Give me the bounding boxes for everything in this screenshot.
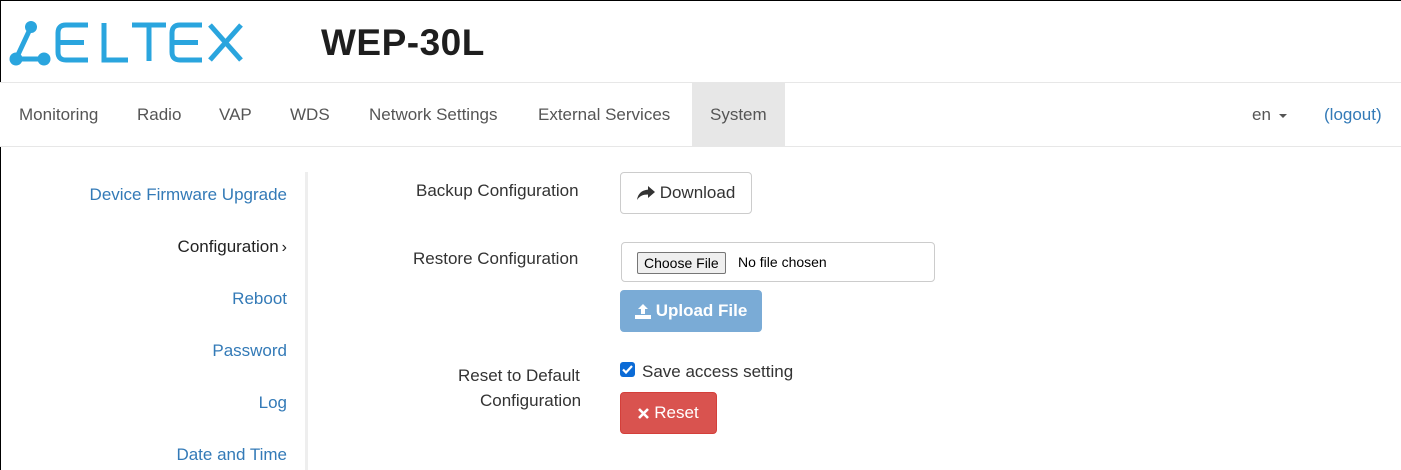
sidebar-item-date-time[interactable]: Date and Time bbox=[176, 445, 287, 465]
nav-network-settings[interactable]: Network Settings bbox=[369, 83, 498, 146]
no-file-text: No file chosen bbox=[738, 254, 827, 270]
nav-external-services[interactable]: External Services bbox=[538, 83, 670, 146]
nav-monitoring[interactable]: Monitoring bbox=[19, 83, 98, 146]
share-arrow-icon bbox=[636, 186, 655, 200]
sidebar-item-firmware-upgrade[interactable]: Device Firmware Upgrade bbox=[90, 185, 287, 205]
reset-default-label-line2: Configuration bbox=[480, 391, 582, 410]
backup-config-label: Backup Configuration bbox=[416, 181, 579, 200]
caret-down-icon bbox=[1278, 113, 1287, 118]
upload-file-button[interactable]: Upload File bbox=[620, 290, 762, 332]
save-access-checkbox[interactable] bbox=[620, 362, 635, 377]
chevron-right-icon: › bbox=[281, 239, 287, 256]
restore-config-label: Restore Configuration bbox=[413, 249, 579, 268]
sidebar-item-configuration[interactable]: Configuration › bbox=[178, 237, 287, 257]
nav-system[interactable]: System bbox=[692, 83, 785, 146]
nav-vap[interactable]: VAP bbox=[219, 83, 252, 146]
download-label: Download bbox=[659, 183, 736, 202]
sidebar-item-label: Configuration bbox=[177, 237, 279, 256]
reset-button[interactable]: Reset bbox=[620, 392, 717, 434]
language-value: en bbox=[1252, 105, 1271, 124]
close-icon bbox=[638, 407, 650, 419]
nav-wds[interactable]: WDS bbox=[290, 83, 330, 146]
reset-default-label-line1: Reset to Default bbox=[458, 366, 580, 385]
sidebar-item-password[interactable]: Password bbox=[212, 341, 287, 361]
nav-radio[interactable]: Radio bbox=[137, 83, 181, 146]
sidebar-item-reboot[interactable]: Reboot bbox=[232, 289, 287, 309]
reset-label: Reset bbox=[654, 403, 699, 422]
download-button[interactable]: Download bbox=[620, 172, 752, 214]
main-navbar: Monitoring Radio VAP WDS Network Setting… bbox=[0, 82, 1401, 147]
header: WEP-30L bbox=[0, 0, 1401, 82]
upload-label: Upload File bbox=[655, 301, 748, 320]
save-access-label[interactable]: Save access setting bbox=[642, 362, 793, 382]
sidebar-item-log[interactable]: Log bbox=[259, 393, 287, 413]
device-model-title: WEP-30L bbox=[321, 22, 485, 63]
choose-file-button[interactable]: Choose File bbox=[637, 252, 726, 274]
eltex-logo bbox=[9, 21, 243, 66]
language-dropdown[interactable]: en bbox=[1252, 83, 1287, 146]
logout-link[interactable]: (logout) bbox=[1324, 83, 1382, 146]
system-sidebar: Device Firmware Upgrade Configuration › R… bbox=[0, 172, 308, 470]
upload-icon bbox=[634, 303, 651, 319]
file-input[interactable]: Choose File No file chosen bbox=[621, 242, 935, 282]
